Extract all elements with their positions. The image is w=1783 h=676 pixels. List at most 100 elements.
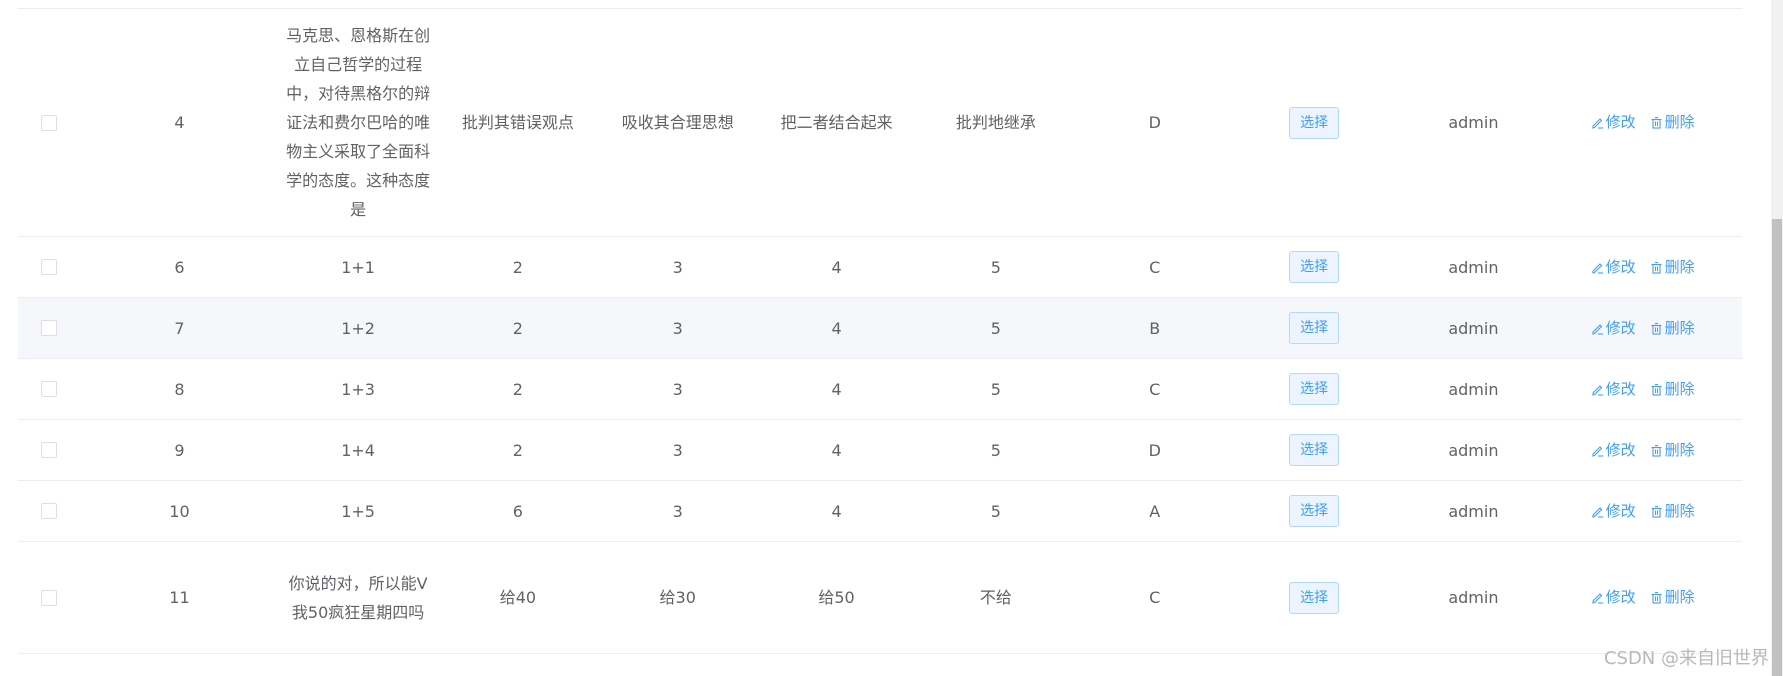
watermark: CSDN @来自旧世界 [1603,648,1769,669]
cell-user: admin [1448,113,1499,132]
edit-button[interactable]: 修改 [1591,583,1636,612]
cell-option-a: 2 [512,257,523,277]
delete-button[interactable]: 删除 [1650,108,1695,137]
select-button[interactable]: 选择 [1289,581,1340,614]
cell-option-c: 4 [831,440,842,460]
cell-id: 9 [174,440,185,460]
delete-button[interactable]: 删除 [1650,375,1695,404]
delete-icon [1651,116,1662,129]
question-table: 4 马克思、恩格斯在创立自己哲学的过程中，对待黑格尔的辩证法和费尔巴哈的唯物主义… [18,8,1742,654]
cell-option-d: 不给 [979,588,1012,607]
cell-option-d: 5 [990,440,1001,460]
cell-option-d: 5 [990,501,1001,521]
table-row[interactable]: 11 你说的对，所以能V我50疯狂星期四吗 给40 给30 给50 不给 C 选… [18,542,1742,654]
cell-option-a: 6 [512,501,523,521]
cell-option-d: 5 [990,379,1001,399]
delete-label: 删除 [1664,440,1695,459]
row-checkbox[interactable] [41,442,58,458]
scrollbar-thumb[interactable] [1772,219,1782,676]
cell-option-c: 把二者结合起来 [780,113,893,132]
delete-icon [1651,322,1662,335]
cell-select: 选择 [1234,434,1394,466]
delete-label: 删除 [1664,257,1695,276]
cell-answer: D [1148,440,1161,460]
edit-icon [1592,506,1603,518]
row-checkbox[interactable] [41,589,58,606]
cell-id: 4 [174,113,185,132]
row-checkbox[interactable] [41,381,58,397]
cell-select: 选择 [1234,373,1394,405]
cell-title: 1+1 [279,253,437,282]
row-checkbox-cell [18,320,80,336]
edit-icon [1592,593,1603,604]
cell-answer: C [1149,257,1161,277]
cell-title: 1+4 [279,436,437,465]
table-row[interactable]: 9 1+4 2 3 4 5 D 选择 admin 修改 删除 [18,420,1742,481]
cell-select: 选择 [1234,581,1394,614]
edit-icon [1592,262,1603,274]
edit-button[interactable]: 修改 [1591,314,1636,343]
cell-operations: 修改 删除 [1553,497,1742,526]
row-checkbox-cell [18,442,80,458]
edit-button[interactable]: 修改 [1591,108,1636,137]
edit-button[interactable]: 修改 [1591,497,1636,526]
delete-button[interactable]: 删除 [1650,314,1695,343]
cell-user: admin [1448,318,1499,338]
cell-option-b: 3 [672,318,683,338]
cell-option-b: 给30 [659,588,696,607]
select-button[interactable]: 选择 [1289,495,1340,527]
row-checkbox[interactable] [41,259,58,275]
select-button[interactable]: 选择 [1289,373,1340,405]
delete-icon [1651,591,1662,604]
edit-button[interactable]: 修改 [1591,253,1636,282]
edit-icon [1592,118,1603,129]
cell-option-b: 3 [672,501,683,521]
select-button[interactable]: 选择 [1289,312,1340,344]
select-button[interactable]: 选择 [1289,434,1340,466]
delete-button[interactable]: 删除 [1650,436,1695,465]
edit-label: 修改 [1605,257,1636,276]
delete-label: 删除 [1664,113,1695,131]
delete-label: 删除 [1664,501,1695,520]
edit-label: 修改 [1605,588,1636,606]
row-checkbox[interactable] [41,114,58,131]
cell-option-b: 吸收其合理思想 [621,113,734,132]
edit-label: 修改 [1605,440,1636,459]
table-row[interactable]: 7 1+2 2 3 4 5 B 选择 admin 修改 删除 [18,298,1742,359]
cell-option-c: 4 [831,501,842,521]
table-row[interactable]: 6 1+1 2 3 4 5 C 选择 admin 修改 删除 [18,237,1742,298]
cell-user: admin [1448,379,1499,399]
cell-operations: 修改 删除 [1553,583,1742,612]
edit-button[interactable]: 修改 [1591,375,1636,404]
scrollbar-track[interactable] [1771,0,1783,676]
edit-label: 修改 [1605,501,1636,520]
cell-id: 8 [174,379,185,399]
delete-button[interactable]: 删除 [1650,497,1695,526]
row-checkbox-cell [18,381,80,397]
delete-button[interactable]: 删除 [1650,253,1695,282]
cell-operations: 修改 删除 [1553,314,1742,343]
cell-operations: 修改 删除 [1553,375,1742,404]
delete-label: 删除 [1664,379,1695,398]
cell-user: admin [1448,501,1499,521]
title-text: 马克思、恩格斯在创立自己哲学的过程中，对待黑格尔的辩证法和费尔巴哈的唯物主义采取… [286,26,431,219]
row-checkbox-cell [18,589,80,606]
row-checkbox[interactable] [41,320,58,336]
cell-option-c: 4 [831,318,842,338]
select-button[interactable]: 选择 [1289,106,1340,139]
cell-user: admin [1448,588,1499,607]
table-row[interactable]: 4 马克思、恩格斯在创立自己哲学的过程中，对待黑格尔的辩证法和费尔巴哈的唯物主义… [18,9,1742,237]
table-row[interactable]: 10 1+5 6 3 4 5 A 选择 admin 修改 删除 [18,481,1742,542]
delete-button[interactable]: 删除 [1650,583,1695,612]
cell-option-a: 批判其错误观点 [461,113,574,132]
cell-option-a: 2 [512,379,523,399]
edit-button[interactable]: 修改 [1591,436,1636,465]
cell-title: 1+5 [279,497,437,526]
edit-icon [1592,445,1603,457]
cell-title: 你说的对，所以能V我50疯狂星期四吗 [279,569,437,627]
row-checkbox[interactable] [41,503,58,519]
table-row[interactable]: 8 1+3 2 3 4 5 C 选择 admin 修改 删除 [18,359,1742,420]
cell-user: admin [1448,257,1499,277]
cell-id: 6 [174,257,185,277]
select-button[interactable]: 选择 [1289,251,1340,283]
